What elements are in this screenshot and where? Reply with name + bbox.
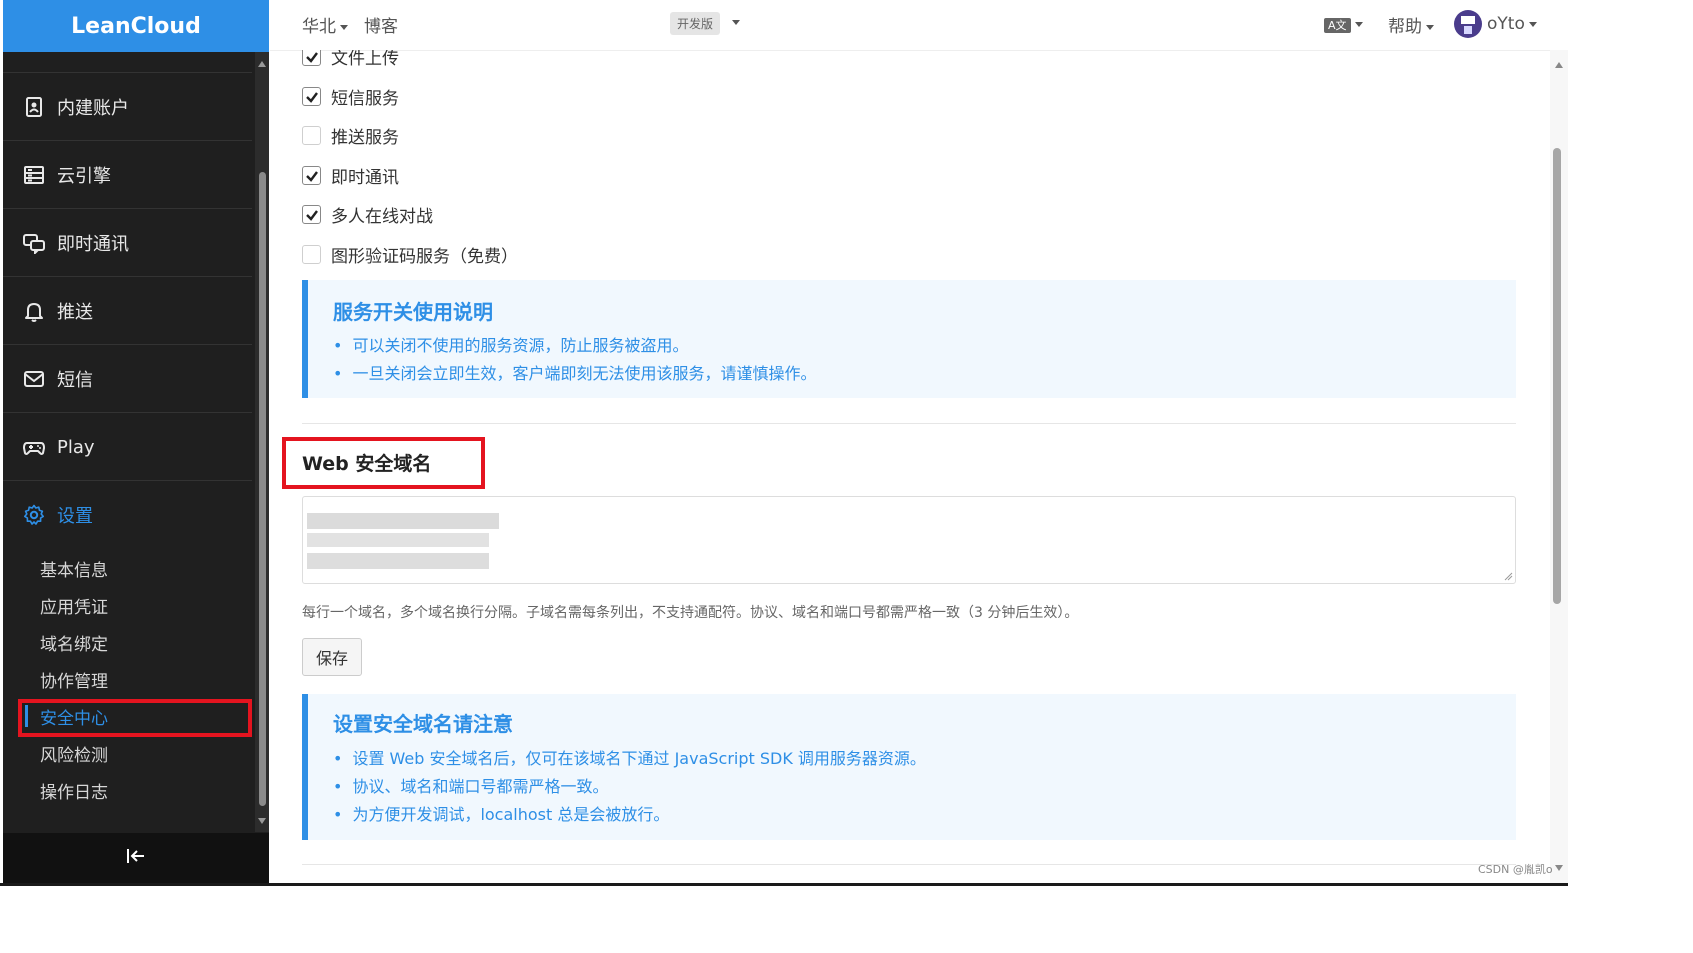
sidebar-item-push[interactable]: 推送: [3, 276, 252, 345]
collapse-sidebar-button[interactable]: [3, 833, 269, 883]
user-menu[interactable]: oYto: [1454, 10, 1537, 38]
service-toggle-play[interactable]: 多人在线对战: [302, 202, 433, 227]
username: oYto: [1487, 14, 1525, 34]
bell-icon: [23, 300, 45, 322]
web-domain-textarea[interactable]: [302, 496, 1516, 584]
region-dropdown[interactable]: 华北: [302, 12, 348, 37]
domain-note-line: 协议、域名和端口号都需严格一致。: [333, 773, 608, 797]
region-label: 华北: [302, 17, 336, 37]
redacted-domain: [307, 533, 489, 547]
brand-logo[interactable]: LeanCloud: [3, 0, 269, 52]
watermark: CSDN @胤凯o: [1478, 863, 1553, 876]
sidebar-item-label: 设置: [57, 506, 93, 527]
redacted-domain: [307, 513, 499, 529]
id-card-icon: [23, 96, 45, 118]
domain-note-callout: 设置安全域名请注意 设置 Web 安全域名后，仅可在该域名下通过 JavaScr…: [302, 694, 1516, 840]
service-toggle-captcha[interactable]: 图形验证码服务（免费）: [302, 242, 518, 267]
scroll-up-icon[interactable]: [1555, 62, 1563, 68]
domain-note-line: 设置 Web 安全域名后，仅可在该域名下通过 JavaScript SDK 调用…: [333, 745, 926, 769]
checkbox[interactable]: [302, 126, 321, 145]
sidebar-item-im[interactable]: 即时通讯: [3, 208, 252, 277]
app-name[interactable]: 博客: [364, 12, 398, 37]
save-button[interactable]: 保存: [302, 638, 362, 676]
plan-badge: 开发版: [670, 12, 721, 35]
sidebar-item-label: Play: [57, 436, 95, 458]
main-scrollbar-thumb[interactable]: [1553, 148, 1561, 604]
service-label: 短信服务: [331, 89, 399, 109]
service-note-line: 一旦关闭会立即生效，客户端即刻无法使用该服务，请谨慎操作。: [333, 360, 816, 384]
sidebar-item-play[interactable]: Play: [3, 412, 252, 481]
sub-item-basic-info[interactable]: 基本信息: [3, 550, 252, 586]
avatar: [1454, 10, 1482, 38]
chat-icon: [23, 232, 45, 254]
sidebar-item-label: 内建账户: [57, 98, 129, 119]
highlight-box-security-center: [18, 699, 252, 737]
scroll-up-icon[interactable]: [258, 61, 266, 67]
chevron-down-icon: [1426, 24, 1434, 30]
app-window: LeanCloud 内建账户 云引擎 即时通讯 推送 短信 Play 设置 基本…: [0, 0, 1568, 953]
sub-item-collaborators[interactable]: 协作管理: [3, 661, 252, 697]
gear-icon: [23, 504, 45, 526]
sidebar-item-label: 推送: [57, 302, 93, 323]
collapse-left-icon: [125, 847, 147, 869]
domain-note-line: 为方便开发调试，localhost 总是会被放行。: [333, 801, 669, 825]
server-icon: [23, 164, 45, 186]
sidebar-scrollbar-thumb[interactable]: [259, 172, 266, 806]
service-toggle-im[interactable]: 即时通讯: [302, 163, 399, 188]
sidebar-item-auth[interactable]: 内建账户: [3, 72, 252, 141]
service-toggle-file-upload[interactable]: 文件上传: [302, 50, 399, 69]
app-switch-chevron-icon[interactable]: [732, 20, 740, 25]
sidebar-item-engine[interactable]: 云引擎: [3, 140, 252, 209]
chevron-down-icon: [1528, 21, 1537, 27]
checkbox[interactable]: [302, 205, 321, 224]
checkbox[interactable]: [302, 50, 321, 66]
service-label: 即时通讯: [331, 168, 399, 188]
help-dropdown[interactable]: 帮助: [1388, 12, 1434, 37]
sub-item-operation-log[interactable]: 操作日志: [3, 772, 252, 808]
scroll-down-icon[interactable]: [258, 818, 266, 824]
sidebar-item-settings[interactable]: 设置: [3, 480, 252, 549]
sidebar-item-label: 即时通讯: [57, 234, 129, 255]
service-label: 推送服务: [331, 128, 399, 148]
help-label: 帮助: [1388, 17, 1422, 37]
section-divider: [302, 423, 1516, 424]
highlight-box-web-domain: [282, 437, 485, 489]
checkbox[interactable]: [302, 245, 321, 264]
checkbox[interactable]: [302, 166, 321, 185]
sidebar: LeanCloud 内建账户 云引擎 即时通讯 推送 短信 Play 设置 基本…: [3, 0, 269, 883]
web-domain-help-text: 每行一个域名，多个域名换行分隔。子域名需每条列出，不支持通配符。协议、域名和端口…: [302, 605, 1079, 621]
sub-item-risk-detection[interactable]: 风险检测: [3, 735, 252, 771]
sidebar-item-label: 短信: [57, 370, 93, 391]
checkbox[interactable]: [302, 87, 321, 106]
service-note-line: 可以关闭不使用的服务资源，防止服务被盗用。: [333, 332, 688, 356]
sidebar-item-sms[interactable]: 短信: [3, 344, 252, 413]
service-label: 图形验证码服务（免费）: [331, 247, 518, 267]
redacted-domain: [307, 553, 489, 569]
domain-note-title: 设置安全域名请注意: [333, 712, 513, 736]
gamepad-icon: [23, 436, 45, 458]
bottom-strip: [0, 883, 1568, 953]
top-bar: 华北 博客 开发版 A文 帮助 oYto: [270, 0, 1568, 51]
language-dropdown[interactable]: A文: [1324, 14, 1363, 34]
scroll-down-icon[interactable]: [1555, 865, 1563, 871]
chevron-down-icon: [1354, 21, 1363, 27]
resize-handle-icon[interactable]: [1503, 571, 1513, 581]
mail-icon: [23, 368, 45, 390]
main-content: 文件上传 短信服务 推送服务 即时通讯 多人在线对战 图形验证码服务（免费） 服…: [270, 50, 1550, 883]
service-note-title: 服务开关使用说明: [333, 300, 493, 324]
service-label: 文件上传: [331, 50, 399, 69]
outer-background: [1568, 0, 1693, 953]
sub-item-domain-binding[interactable]: 域名绑定: [3, 624, 252, 660]
sidebar-item-label: 云引擎: [57, 166, 111, 187]
sub-item-app-keys[interactable]: 应用凭证: [3, 587, 252, 623]
section-divider: [302, 864, 1516, 865]
language-icon: A文: [1324, 18, 1351, 33]
chevron-down-icon: [340, 24, 348, 30]
service-toggle-push[interactable]: 推送服务: [302, 123, 399, 148]
service-toggle-sms[interactable]: 短信服务: [302, 84, 399, 109]
service-label: 多人在线对战: [331, 207, 433, 227]
service-note-callout: 服务开关使用说明 可以关闭不使用的服务资源，防止服务被盗用。 一旦关闭会立即生效…: [302, 280, 1516, 398]
